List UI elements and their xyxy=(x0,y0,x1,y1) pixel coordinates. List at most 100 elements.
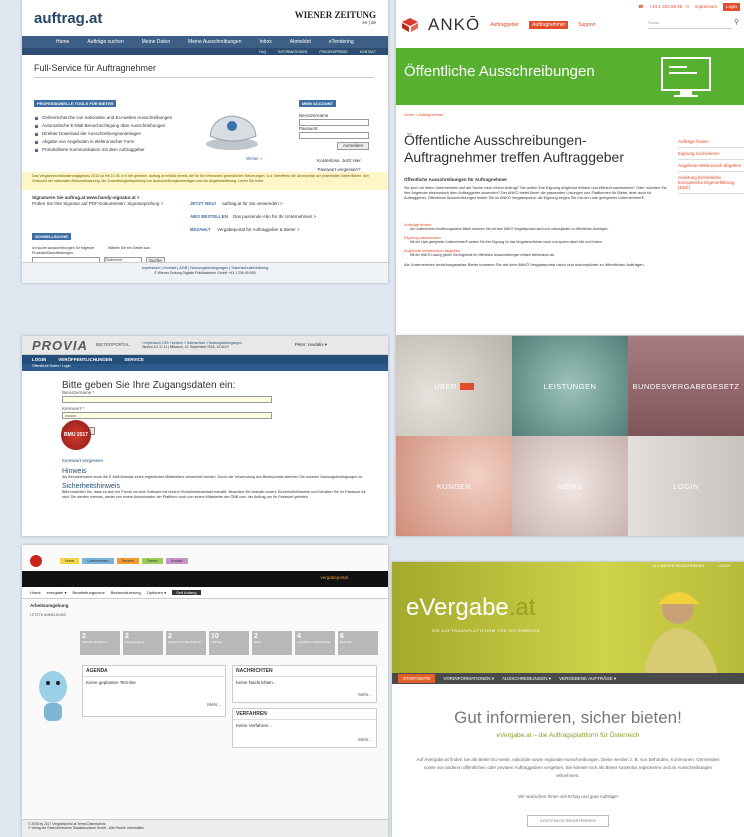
vergabeportal-panel: Home Unternehmen Tenders Fakten Kontakt … xyxy=(22,545,388,837)
agenda-more-link[interactable]: Mehr... xyxy=(207,702,221,708)
nav-item[interactable]: Abmeldet xyxy=(290,39,311,45)
tile-leistungen[interactable]: LEISTUNGEN xyxy=(512,336,628,436)
sidebar-item[interactable]: Anleitung Einheitliche Europäische Eigen… xyxy=(678,172,744,194)
list-item: Direkter Download der Ausschreibungsunte… xyxy=(34,130,214,138)
nav-item-active[interactable]: Auftragnehmer xyxy=(529,20,569,30)
nav-item[interactable]: VORINFORMATIONEN ▾ xyxy=(443,676,494,682)
procedures-box: VERFAHREN Keine Verfahren... Mehr... xyxy=(232,708,377,748)
language-switch[interactable]: en | de xyxy=(295,20,376,26)
menu-select[interactable]: Seit Anfang xyxy=(172,590,201,595)
agenda-heading: AGENDA xyxy=(83,666,225,677)
login-link[interactable]: LOGIN xyxy=(718,564,730,569)
stat-tile[interactable]: 2 Bieter xyxy=(252,631,292,655)
nav-item[interactable]: Meine Daten xyxy=(142,39,170,45)
sidebar-item[interactable]: Eignung nachweisen xyxy=(678,148,744,160)
register-link[interactable]: Kostenlose. Jetzt Hier xyxy=(299,158,379,164)
login-button[interactable]: Anmelden xyxy=(337,142,369,151)
messages-more-link[interactable]: Mehr... xyxy=(358,692,372,698)
logo-badge xyxy=(459,382,474,390)
nav-item[interactable]: eTendering xyxy=(329,39,354,45)
tab-login[interactable]: LOGIN xyxy=(32,357,46,362)
site-logo[interactable]: PROVIA xyxy=(32,338,88,353)
tab-item[interactable]: Tenders xyxy=(116,558,140,564)
menu-item[interactable]: Bestrevaluierung xyxy=(111,590,141,595)
username-input[interactable] xyxy=(299,119,369,127)
stat-tile[interactable]: 2 Eingegangene xyxy=(123,631,163,655)
stat-tile[interactable]: 4 Angebote in Bearbeitung xyxy=(295,631,335,655)
site-logo[interactable]: ANKŌ xyxy=(428,15,480,35)
nav-item[interactable]: Inbox xyxy=(260,39,272,45)
menu-item[interactable]: evergabe ▾ xyxy=(47,590,67,595)
stat-tile[interactable]: 10 Aufträge xyxy=(209,631,249,655)
stat-tile[interactable]: 2 Angebote in Bearbeitung xyxy=(166,631,206,655)
site-logo[interactable]: auftrag.at xyxy=(34,10,102,27)
subnav-item[interactable]: INFORMATIONEN xyxy=(278,50,307,54)
tile-ueber[interactable]: ÜBER xyxy=(396,336,512,436)
menu-item[interactable]: Optionen ▾ xyxy=(147,590,166,595)
jetzt-neu-row[interactable]: JETZT NEU! auftrag.at für Sie verwenden … xyxy=(190,201,380,207)
tab-item[interactable]: Fakten xyxy=(142,558,163,564)
abo-row[interactable]: ABO BESTELLEN Das passende Abo für Ihr U… xyxy=(190,214,380,220)
tile-login[interactable]: LOGIN xyxy=(628,436,744,536)
password-input[interactable] xyxy=(299,132,369,140)
forgot-password-link[interactable]: Kennwort vergessen xyxy=(62,458,103,464)
list-item: Onlinerecherche von nationalen und EU-we… xyxy=(34,114,214,122)
tab-item[interactable]: Kontakt xyxy=(165,558,188,564)
tile-news[interactable]: NEWS xyxy=(512,436,628,536)
logo-main: eVergabe xyxy=(406,594,509,621)
nav-item[interactable]: Auftraggeber xyxy=(490,22,519,29)
tagline: DIE AUFTRAGSPLATTFORM FÜR ÖSTERREICH xyxy=(432,628,540,633)
site-logo[interactable]: eVergabe.at xyxy=(406,594,535,622)
tools-heading: PROFESSIONELLE TOOLS FÜR BIETER xyxy=(34,100,117,107)
stat-label: Eingegangene xyxy=(125,640,145,644)
nav-item[interactable]: Home xyxy=(56,39,69,45)
weiter-link[interactable]: Weiter » xyxy=(246,156,263,162)
tab-publications[interactable]: VERÖFFENTLICHUNGEN xyxy=(58,357,112,362)
sidebar: Aufträge finden Eignung nachweisen Angeb… xyxy=(678,136,744,194)
subnav-item[interactable]: FRAGEN/PREISE xyxy=(319,50,347,54)
feature-list: Aufträge finden Als Unternehmen beziehun… xyxy=(404,222,672,260)
register-link[interactable]: ALS BIETER REGISTRIEREN xyxy=(653,564,704,569)
tile-bundesvergabegesetz[interactable]: BUNDESVERGABEGESETZ xyxy=(628,336,744,436)
tile-label: LOGIN xyxy=(673,481,699,491)
headline: Gut informieren, sicher bieten! xyxy=(454,708,682,727)
register-button[interactable]: KOSTENLOS REGISTRIEREN xyxy=(527,815,609,827)
tab-item[interactable]: Home xyxy=(60,558,80,564)
nav-item[interactable]: Aufträge suchen xyxy=(87,39,123,45)
tab-service[interactable]: SERVICE xyxy=(124,357,144,362)
nav-item[interactable]: Support xyxy=(578,22,596,29)
subnav-item[interactable]: KONTAKT xyxy=(360,50,376,54)
search-icon[interactable]: ⚲ xyxy=(734,18,739,26)
procedures-more-link[interactable]: Mehr... xyxy=(358,737,372,743)
wiener-zeitung-logo[interactable]: WIENER ZEITUNG xyxy=(295,10,376,20)
nav-item[interactable]: Meine Ausschreibungen xyxy=(188,39,241,45)
username-input[interactable] xyxy=(62,396,272,404)
menu-item[interactable]: Bearbeitungszone xyxy=(72,590,104,595)
username[interactable]: vergabeportal xyxy=(320,575,348,581)
menu-item[interactable]: Home xyxy=(30,590,41,595)
bezahlt-row[interactable]: BEZAHLT Vergabeportal für Auftraggeber &… xyxy=(190,227,380,233)
tile-kunden[interactable]: KUNDEN xyxy=(396,436,512,536)
bezahlt-label: BEZAHLT xyxy=(190,227,211,233)
stat-tile[interactable]: 2 Aktuelle Verfahren xyxy=(80,631,120,655)
search-input[interactable]: Suche xyxy=(648,20,732,29)
password-input[interactable]: •••••••• xyxy=(62,412,272,420)
breadcrumb[interactable]: Home > Auftragnehmer xyxy=(404,113,443,118)
breadcrumb[interactable]: Öffentliche Daten / Login xyxy=(22,364,388,371)
main-nav: Home Aufträge suchen Meine Daten Meine A… xyxy=(22,36,388,48)
stat-tile[interactable]: 6 Beendigt xyxy=(338,631,378,655)
sidebar-item[interactable]: Aufträge finden xyxy=(678,136,744,148)
nav-item-active[interactable]: STARTSEITE xyxy=(398,674,436,683)
user-menu[interactable]: Peter: neutalis ▾ xyxy=(295,342,327,348)
sidebar-item[interactable]: Angebote elektronisch abgeben xyxy=(678,160,744,172)
procedures-text: Keine Verfahren... xyxy=(236,723,273,728)
vergabeportal-logo[interactable] xyxy=(28,553,44,569)
tab-item[interactable]: Unternehmen xyxy=(82,558,114,564)
security-text: Bitte beachten Sie, dass es sich bei Pro… xyxy=(62,489,366,499)
hero-banner: Öffentliche Ausschreibungen xyxy=(396,48,744,105)
nav-item[interactable]: VERGEBENE AUFTRÄGE ▾ xyxy=(559,676,616,682)
hint-heading: Hinweis xyxy=(62,468,87,475)
nav-item[interactable]: AUSSCHREIBUNGEN ▾ xyxy=(502,676,551,682)
signaturen-text[interactable]: Prüfen Sie Ihre Signatur auf PDF-Dokumen… xyxy=(32,201,172,207)
subnav-item[interactable]: FAQ xyxy=(259,50,266,54)
